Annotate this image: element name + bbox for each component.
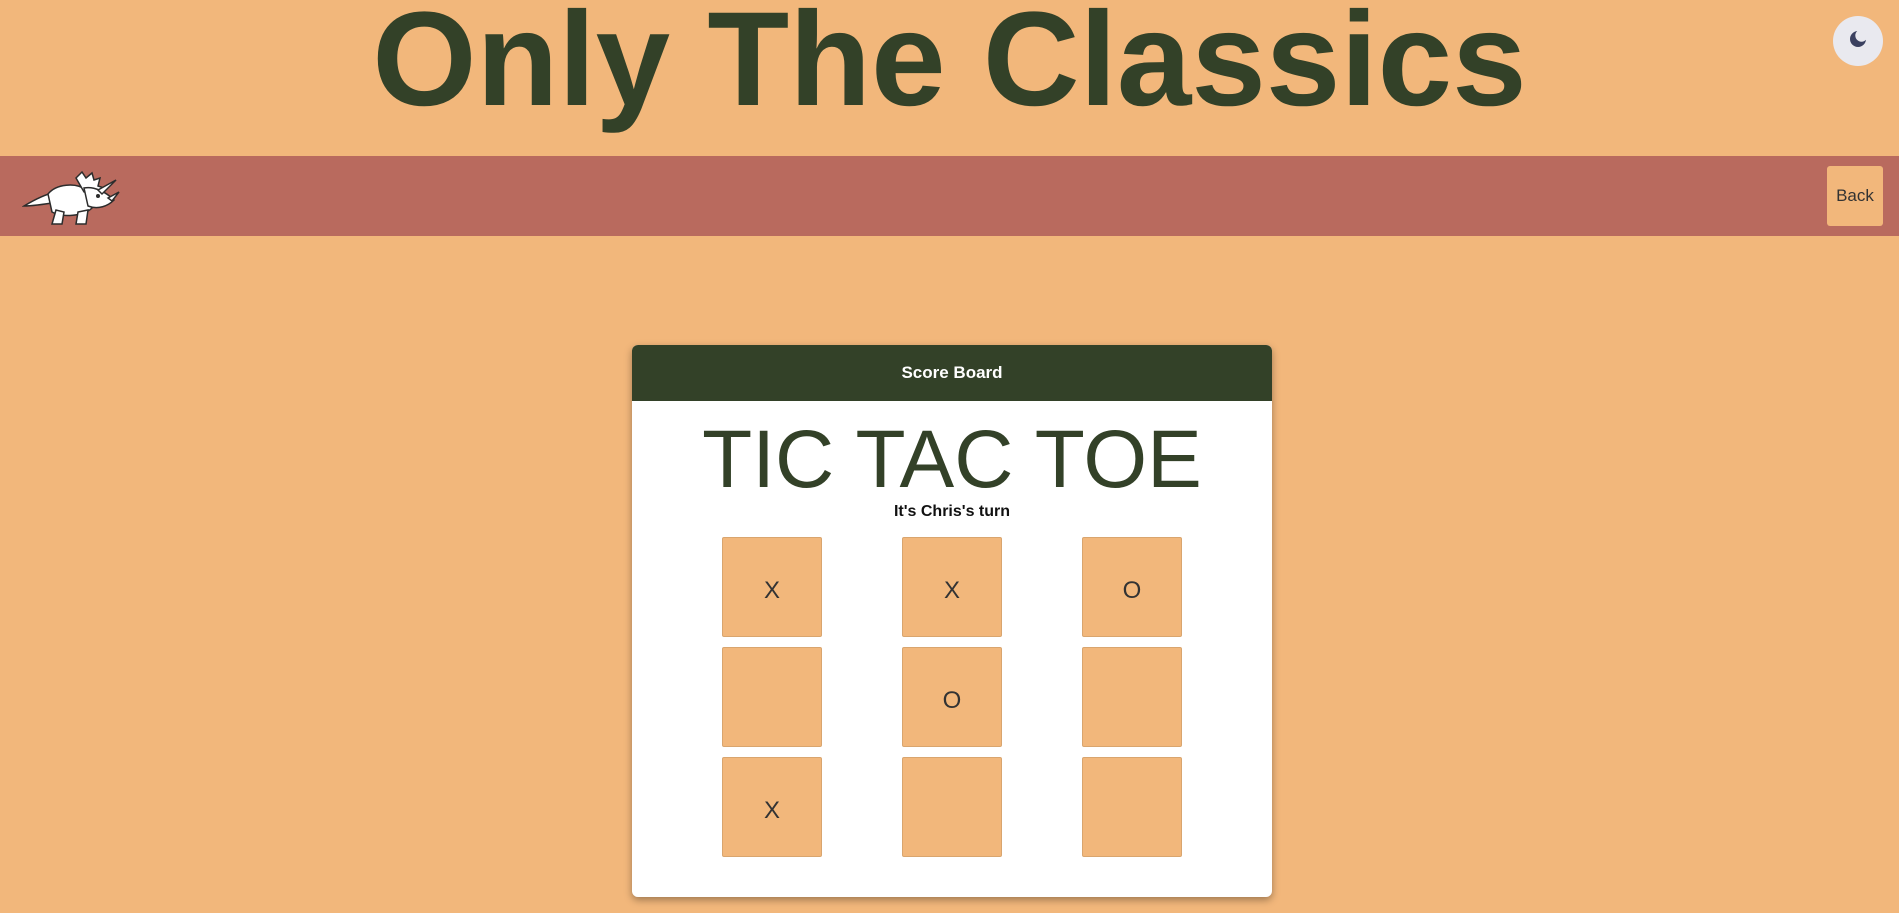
- game-title: TIC TAC TOE: [702, 414, 1202, 505]
- scoreboard-header: Score Board: [632, 345, 1272, 401]
- board-cell-5[interactable]: O: [902, 647, 1002, 747]
- board-cell-8[interactable]: [902, 757, 1002, 857]
- moon-icon: [1848, 28, 1868, 54]
- navbar: Back: [0, 156, 1899, 236]
- scoreboard-card: Score Board TIC TAC TOE It's Chris's tur…: [632, 345, 1272, 897]
- board-cell-3[interactable]: O: [1082, 537, 1182, 637]
- site-title: Only The Classics: [372, 0, 1527, 134]
- turn-status: It's Chris's turn: [893, 503, 1011, 520]
- triceratops-logo-icon[interactable]: [21, 170, 120, 226]
- board-cell-6[interactable]: [1082, 647, 1182, 747]
- board-cell-2[interactable]: X: [902, 537, 1002, 637]
- board-cell-9[interactable]: [1082, 757, 1182, 857]
- theme-toggle-button[interactable]: [1833, 16, 1883, 66]
- board-cell-1[interactable]: X: [722, 537, 822, 637]
- board-cell-4[interactable]: [722, 647, 822, 747]
- board-cell-7[interactable]: X: [722, 757, 822, 857]
- back-button[interactable]: Back: [1827, 166, 1883, 226]
- game-board: X X O O X: [722, 537, 1182, 857]
